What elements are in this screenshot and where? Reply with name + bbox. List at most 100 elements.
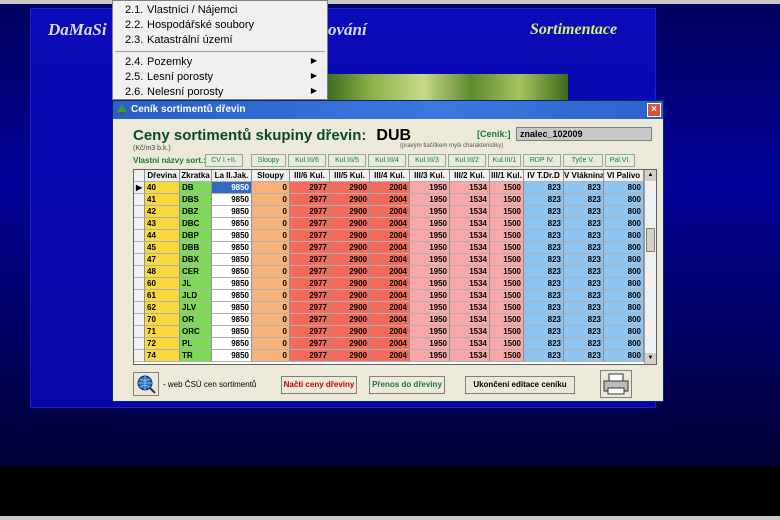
table-cell[interactable]: 2977 — [290, 278, 330, 290]
table-cell[interactable]: 9850 — [212, 290, 252, 302]
table-cell[interactable]: 2977 — [290, 350, 330, 362]
column-name-button[interactable]: Kul.III/6 — [288, 154, 326, 167]
table-cell[interactable]: 1500 — [490, 206, 524, 218]
scroll-up-icon[interactable]: ▲ — [645, 170, 656, 181]
web-prices-button[interactable] — [133, 372, 159, 396]
table-cell[interactable]: 1534 — [450, 350, 490, 362]
table-cell[interactable]: 2900 — [330, 350, 370, 362]
table-cell[interactable]: OR — [180, 314, 212, 326]
table-cell[interactable]: 2004 — [370, 290, 410, 302]
table-cell[interactable]: 823 — [564, 350, 604, 362]
table-cell[interactable]: 0 — [252, 350, 290, 362]
table-cell[interactable]: 823 — [524, 326, 564, 338]
table-cell[interactable]: 1950 — [410, 314, 450, 326]
column-header[interactable]: Dřevina — [145, 170, 180, 182]
table-cell[interactable]: 2977 — [290, 290, 330, 302]
table-cell[interactable]: 1950 — [410, 278, 450, 290]
table-cell[interactable]: 1534 — [450, 326, 490, 338]
table-cell[interactable]: 800 — [604, 206, 644, 218]
table-cell[interactable]: 62 — [145, 302, 180, 314]
table-cell[interactable]: 800 — [604, 278, 644, 290]
table-cell[interactable]: 2004 — [370, 326, 410, 338]
table-cell[interactable]: 800 — [604, 242, 644, 254]
table-cell[interactable]: 1500 — [490, 302, 524, 314]
table-cell[interactable]: DBB — [180, 242, 212, 254]
table-cell[interactable]: 0 — [252, 338, 290, 350]
column-header[interactable]: IV T.Dr.D — [524, 170, 564, 182]
menu-item-lesni-porosty[interactable]: 2.5. Lesní porosty ▶ — [125, 71, 321, 85]
table-cell[interactable]: 43 — [145, 218, 180, 230]
table-cell[interactable]: 1950 — [410, 194, 450, 206]
load-prices-button[interactable]: Načti ceny dřeviny — [281, 376, 357, 394]
column-name-button[interactable]: CV I.+II. — [205, 154, 243, 167]
table-cell[interactable]: 1500 — [490, 290, 524, 302]
table-cell[interactable]: 2900 — [330, 266, 370, 278]
table-cell[interactable]: 823 — [564, 338, 604, 350]
table-cell[interactable]: DBP — [180, 230, 212, 242]
table-cell[interactable]: 2900 — [330, 326, 370, 338]
scroll-down-icon[interactable]: ▼ — [645, 353, 656, 364]
table-cell[interactable]: DBS — [180, 194, 212, 206]
table-cell[interactable]: 823 — [564, 206, 604, 218]
table-cell[interactable]: 1500 — [490, 350, 524, 362]
menu-item-pozemky[interactable]: 2.4. Pozemky ▶ — [125, 56, 321, 70]
table-cell[interactable]: 9850 — [212, 254, 252, 266]
table-cell[interactable]: 47 — [145, 254, 180, 266]
table-cell[interactable]: 9850 — [212, 230, 252, 242]
dialog-titlebar[interactable]: Ceník sortimentů dřevin × — [113, 101, 663, 119]
table-cell[interactable]: 800 — [604, 230, 644, 242]
table-cell[interactable]: 1500 — [490, 182, 524, 194]
column-header[interactable]: III/4 Kul. — [370, 170, 410, 182]
table-cell[interactable]: 2900 — [330, 302, 370, 314]
column-name-button[interactable]: Sloupy — [251, 154, 286, 167]
table-cell[interactable]: 1950 — [410, 302, 450, 314]
table-cell[interactable]: 71 — [145, 326, 180, 338]
table-cell[interactable]: 9850 — [212, 326, 252, 338]
price-table[interactable]: ▲ ▼ Dřevina Zkratka La II.Jak. Sloupy III/6 … — [133, 169, 657, 365]
table-cell[interactable]: 823 — [564, 218, 604, 230]
table-cell[interactable]: 1500 — [490, 194, 524, 206]
column-header[interactable] — [134, 170, 145, 182]
table-cell[interactable]: 2004 — [370, 218, 410, 230]
column-name-button[interactable]: Pal.VI. — [605, 154, 635, 167]
table-cell[interactable]: 800 — [604, 218, 644, 230]
table-cell[interactable]: 0 — [252, 230, 290, 242]
table-cell[interactable]: 2977 — [290, 194, 330, 206]
menu-item-hospodarske-soubory[interactable]: 2.2. Hospodářské soubory — [125, 19, 254, 33]
table-cell[interactable]: 823 — [564, 302, 604, 314]
table-cell[interactable]: 2977 — [290, 254, 330, 266]
table-cell[interactable]: 2004 — [370, 254, 410, 266]
table-cell[interactable]: 9850 — [212, 182, 252, 194]
table-cell[interactable]: PL — [180, 338, 212, 350]
column-name-button[interactable]: Kul.III/4 — [368, 154, 406, 167]
table-cell[interactable]: 823 — [564, 230, 604, 242]
table-cell[interactable]: 2977 — [290, 182, 330, 194]
table-cell[interactable]: 42 — [145, 206, 180, 218]
table-cell[interactable]: 1534 — [450, 278, 490, 290]
table-scrollbar[interactable]: ▲ ▼ — [644, 170, 656, 364]
table-cell[interactable]: 2004 — [370, 230, 410, 242]
table-cell[interactable]: 2900 — [330, 278, 370, 290]
table-cell[interactable]: 1500 — [490, 254, 524, 266]
table-cell[interactable]: 1500 — [490, 230, 524, 242]
menu-item-nelesni-porosty[interactable]: 2.6. Nelesní porosty ▶ — [125, 86, 321, 100]
table-cell[interactable]: 0 — [252, 326, 290, 338]
table-cell[interactable]: 2900 — [330, 218, 370, 230]
table-cell[interactable]: 823 — [564, 290, 604, 302]
table-cell[interactable]: 1950 — [410, 338, 450, 350]
table-cell[interactable]: 2004 — [370, 302, 410, 314]
table-cell[interactable]: 1500 — [490, 326, 524, 338]
table-cell[interactable]: JL — [180, 278, 212, 290]
table-cell[interactable]: 1950 — [410, 350, 450, 362]
table-cell[interactable]: 1534 — [450, 182, 490, 194]
table-cell[interactable]: 2004 — [370, 182, 410, 194]
table-cell[interactable]: 1500 — [490, 278, 524, 290]
table-cell[interactable]: 2004 — [370, 314, 410, 326]
table-cell[interactable]: 823 — [524, 242, 564, 254]
table-cell[interactable]: 0 — [252, 218, 290, 230]
table-cell[interactable]: 823 — [564, 314, 604, 326]
table-cell[interactable]: 823 — [524, 290, 564, 302]
table-cell[interactable]: 2900 — [330, 194, 370, 206]
finish-editing-button[interactable]: Ukončení editace ceníku — [465, 376, 575, 394]
table-cell[interactable]: 2004 — [370, 278, 410, 290]
